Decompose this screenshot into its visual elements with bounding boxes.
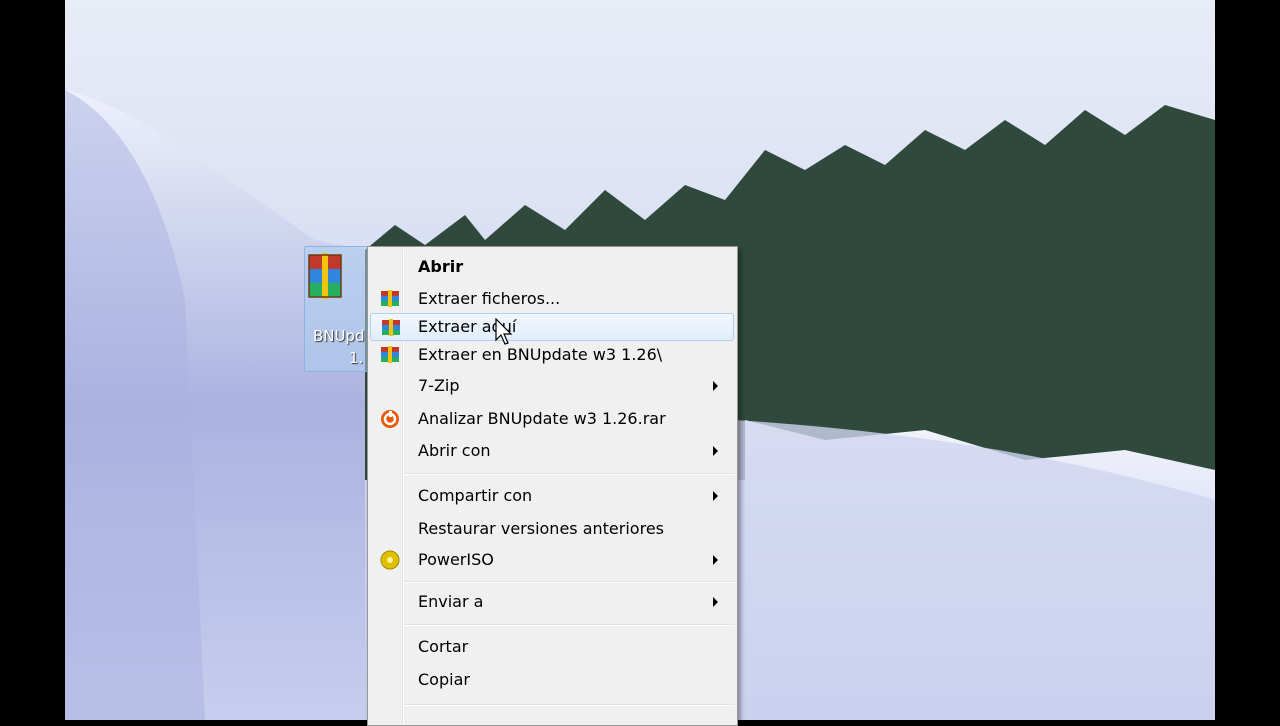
menu-item-compartir-con[interactable]: Compartir con <box>370 482 734 510</box>
menu-item-extraer-aqui[interactable]: Extraer aquí <box>370 313 734 341</box>
menu-item-label: Cortar <box>418 637 469 656</box>
mouse-cursor-icon <box>495 318 513 345</box>
menu-item-label: 7-Zip <box>418 376 460 395</box>
menu-item-label: Extraer ficheros... <box>418 289 561 308</box>
submenu-arrow-icon <box>713 381 718 391</box>
menu-item-cortar[interactable]: Cortar <box>370 633 734 661</box>
menu-item-7zip[interactable]: 7-Zip <box>370 372 734 400</box>
rar-file-icon[interactable]: BNUpd 1. <box>304 246 370 372</box>
menu-item-copiar[interactable]: Copiar <box>370 666 734 694</box>
menu-item-label: Abrir con <box>418 441 491 460</box>
menu-item-label: Enviar a <box>418 592 484 611</box>
menu-item-extraer-ficheros[interactable]: Extraer ficheros... <box>370 285 734 313</box>
menu-item-abrir[interactable]: Abrir <box>370 253 734 281</box>
menu-separator <box>404 624 734 626</box>
file-label-2: 1. <box>349 349 364 367</box>
poweriso-icon <box>380 550 400 570</box>
menu-item-label: Extraer en BNUpdate w3 1.26\ <box>418 345 663 364</box>
menu-item-poweriso[interactable]: PowerISO <box>370 546 734 574</box>
menu-item-label: Restaurar versiones anteriores <box>418 519 664 538</box>
menu-item-label: PowerISO <box>418 550 494 569</box>
letterbox-right <box>1215 0 1280 720</box>
menu-item-label: Compartir con <box>418 486 533 505</box>
menu-separator <box>404 581 734 583</box>
menu-item-abrir-con[interactable]: Abrir con <box>370 437 734 465</box>
menu-item-analizar[interactable]: Analizar BNUpdate w3 1.26.rar <box>370 405 734 433</box>
winrar-icon <box>382 319 400 336</box>
menu-item-enviar-a[interactable]: Enviar a <box>370 588 734 616</box>
menu-item-extraer-en[interactable]: Extraer en BNUpdate w3 1.26\ <box>370 341 734 369</box>
context-menu: Abrir Extraer ficheros... Extraer aquí E… <box>367 246 738 726</box>
avast-scan-icon <box>381 410 399 428</box>
letterbox-left <box>0 0 65 720</box>
menu-separator <box>404 473 734 475</box>
winrar-icon <box>381 290 399 307</box>
menu-item-label: Abrir <box>418 257 464 276</box>
menu-item-label: Analizar BNUpdate w3 1.26.rar <box>418 409 666 428</box>
file-label: BNUpd <box>313 327 365 345</box>
menu-separator <box>404 704 734 706</box>
submenu-arrow-icon <box>713 555 718 565</box>
winrar-archive-icon <box>308 253 342 299</box>
submenu-arrow-icon <box>713 446 718 456</box>
menu-item-restaurar[interactable]: Restaurar versiones anteriores <box>370 515 734 543</box>
submenu-arrow-icon <box>713 597 718 607</box>
submenu-arrow-icon <box>713 491 718 501</box>
winrar-icon <box>381 346 399 363</box>
menu-item-label: Copiar <box>418 670 470 689</box>
